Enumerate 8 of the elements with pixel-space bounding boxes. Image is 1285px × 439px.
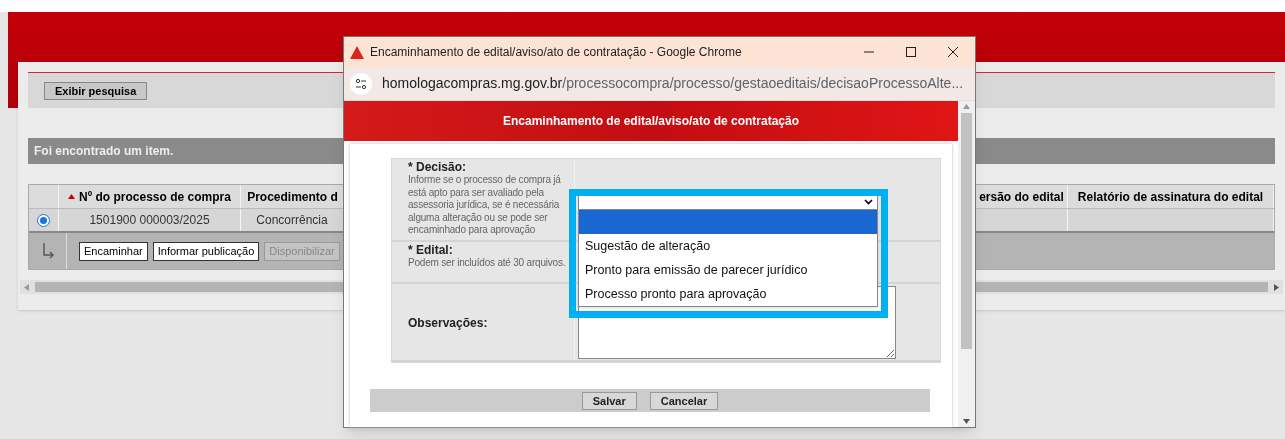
dialog-header: Encaminhamento de edital/aviso/ato de contratação: [344, 101, 958, 141]
window-title: Encaminhamento de edital/aviso/ato de contratação - Google Chrome: [370, 44, 743, 61]
field-hint: Podem ser incluídos até 30 arquivos.: [408, 257, 567, 270]
field-hint: Informe se o processo de compra já está apto para ser avaliado pela assessoria jurídica, se é necessária alguma alteração ou se pode ser encaminhado para aprovação: [408, 174, 562, 237]
field-label: Observações:: [408, 316, 489, 330]
field-label: * Edital:: [408, 244, 454, 257]
result-message: Foi encontrado um item.: [34, 143, 174, 160]
field-label: * Decisão:: [408, 161, 468, 174]
